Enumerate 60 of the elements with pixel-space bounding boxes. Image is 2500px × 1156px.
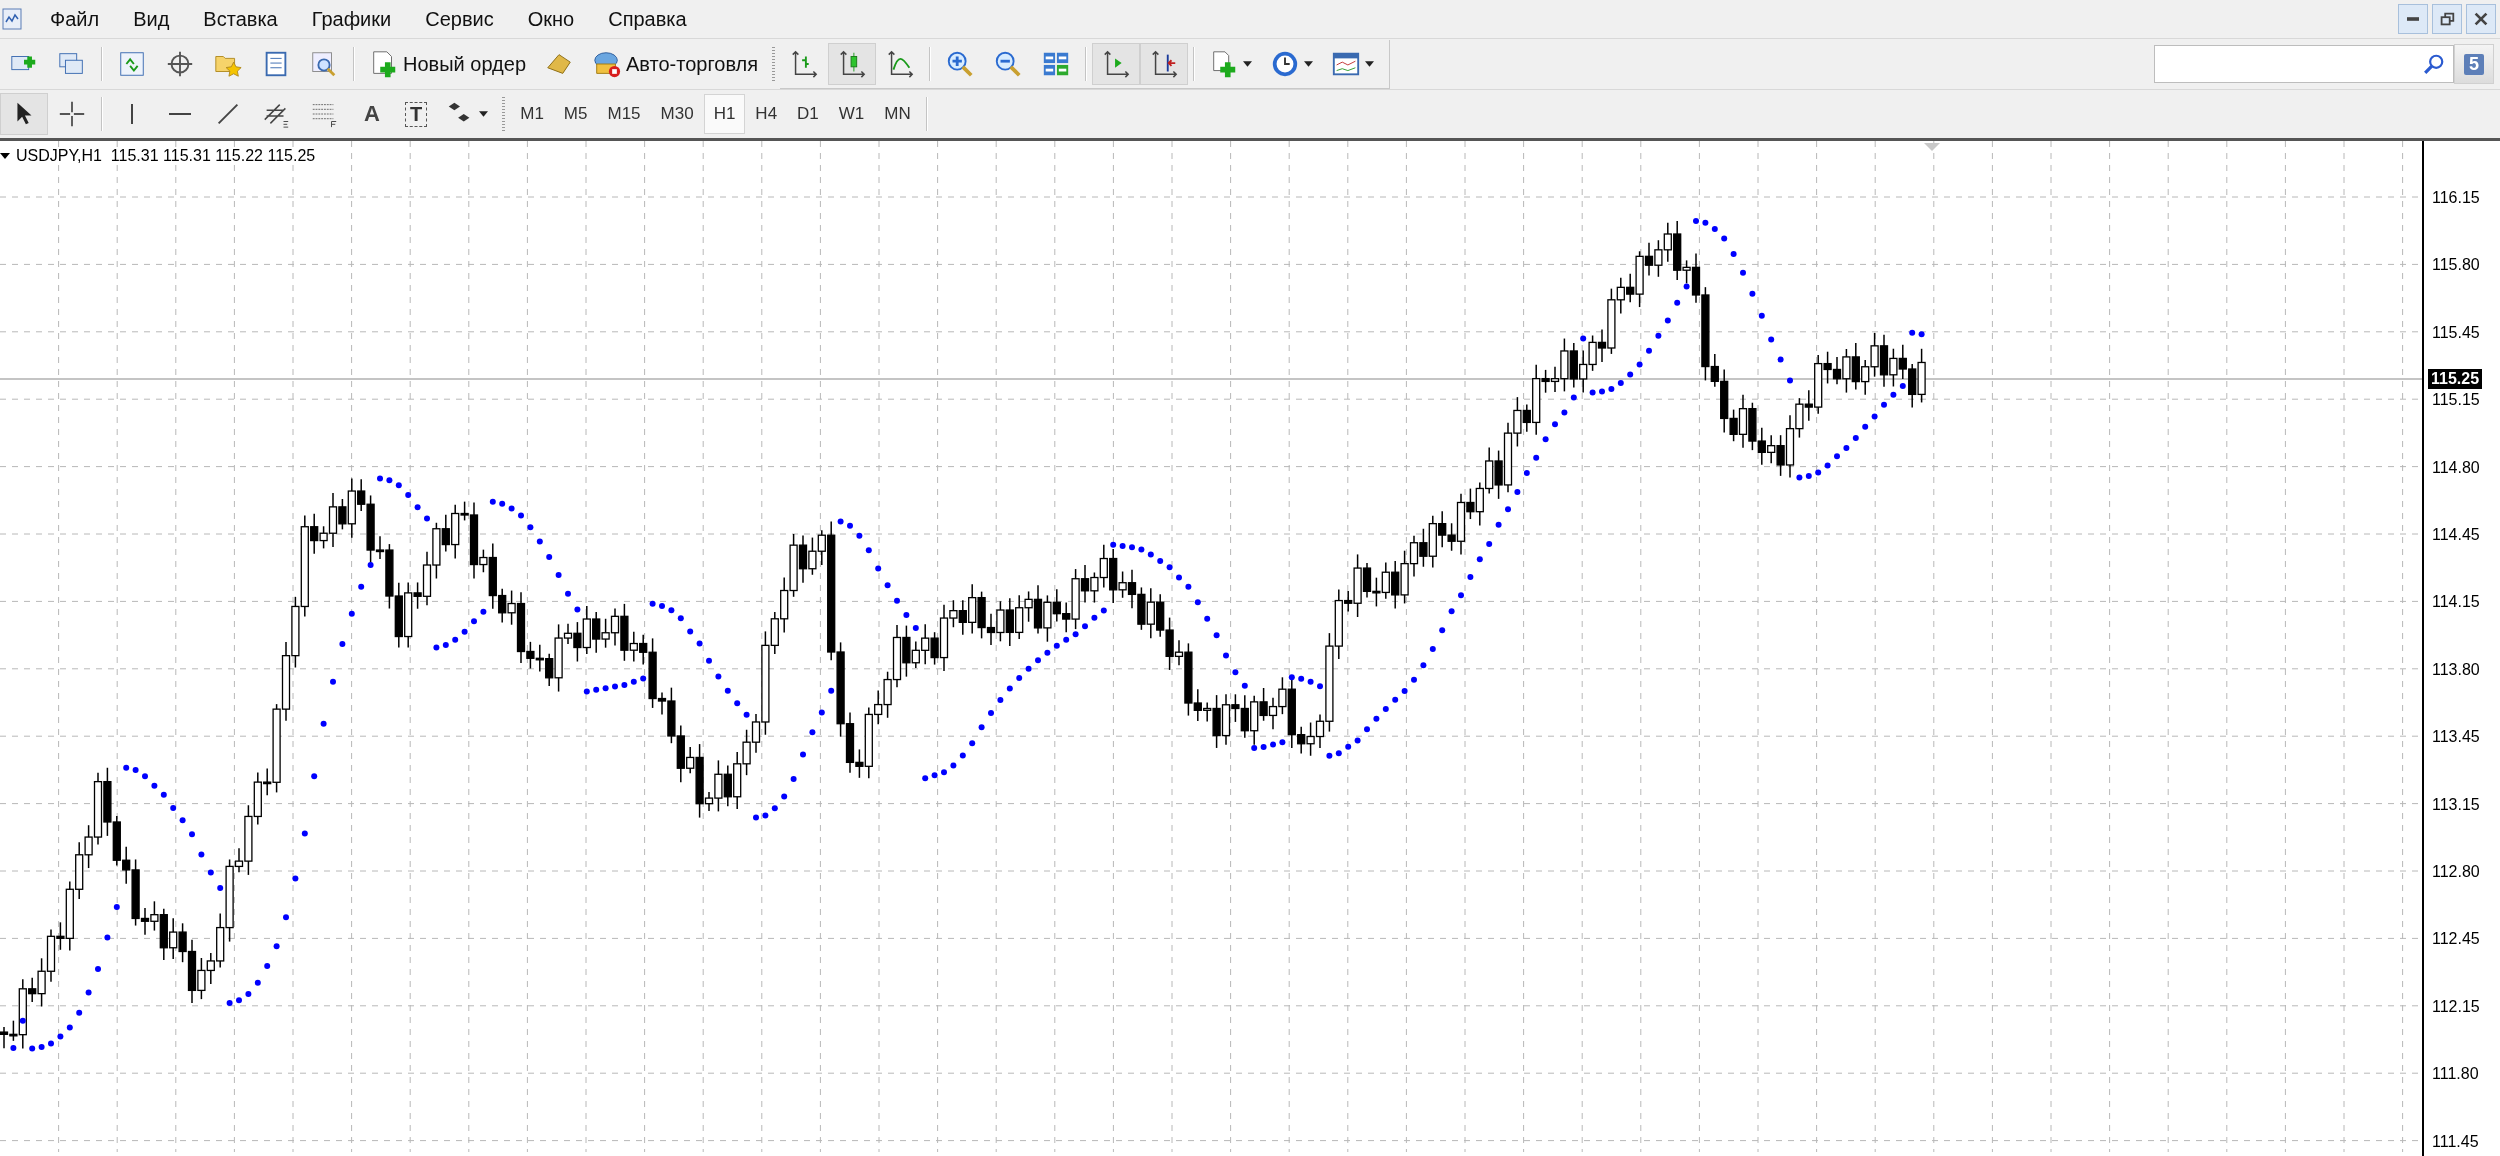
price-tick-label: 113.45: [2432, 728, 2480, 747]
close-button[interactable]: [2466, 4, 2496, 34]
price-tick-label: 112.45: [2432, 930, 2480, 949]
caret-icon: [1304, 60, 1314, 67]
dropdown-triangle-icon: [0, 153, 10, 159]
candles-button[interactable]: [828, 42, 877, 85]
autoscroll-button[interactable]: [1092, 42, 1141, 85]
chart-shift-marker-icon: [1924, 143, 1940, 151]
price-tick-label: 115.15: [2432, 391, 2480, 410]
shift-button[interactable]: [1140, 42, 1189, 85]
menu-item[interactable]: Графики: [297, 7, 412, 31]
timeframe-button[interactable]: M15: [597, 94, 651, 134]
price-tick-label: 116.15: [2432, 189, 2480, 207]
current-price-label: 115.25: [2428, 369, 2483, 389]
price-tick-label: 115.45: [2432, 323, 2480, 342]
messages-button[interactable]: 5: [2454, 44, 2494, 84]
menu-item[interactable]: Файл: [36, 7, 120, 31]
menu-item[interactable]: Вставка: [189, 7, 298, 31]
price-tick-label: 114.80: [2432, 458, 2480, 477]
menu-item[interactable]: Справка: [594, 7, 707, 31]
search-icon: [2423, 53, 2445, 75]
text-tool-button[interactable]: A: [348, 93, 396, 135]
close-icon: [2472, 10, 2490, 28]
caret-icon: [479, 111, 489, 117]
auto-trading-icon: [592, 49, 622, 79]
price-tick-label: 111.80: [2432, 1065, 2479, 1084]
search-field[interactable]: [2154, 45, 2454, 83]
new-order-button[interactable]: Новый ордер: [360, 43, 535, 85]
timeframe-button[interactable]: M30: [650, 94, 704, 134]
label-tool-button[interactable]: T: [396, 93, 437, 135]
restore-button[interactable]: [2432, 4, 2462, 34]
price-tick-label: 114.15: [2432, 593, 2480, 612]
price-tick-label: 115.80: [2432, 256, 2480, 275]
timeframe-button[interactable]: H4: [745, 94, 788, 134]
price-tick-label: 112.15: [2432, 997, 2480, 1016]
price-tick-label: 114.45: [2432, 526, 2480, 544]
timeframe-button[interactable]: D1: [787, 94, 829, 134]
timeframe-button[interactable]: M5: [553, 94, 598, 134]
auto-trading-button[interactable]: Авто-торговля: [583, 43, 768, 85]
caret-icon: [1243, 60, 1253, 67]
menu-item[interactable]: Вид: [119, 7, 190, 31]
timeframe-button[interactable]: H1: [703, 94, 746, 134]
chart-symbol-header: USDJPY,H1 115.31 115.31 115.22 115.25: [16, 147, 316, 165]
timeframe-button[interactable]: W1: [828, 94, 875, 134]
vline-icon: [131, 104, 133, 124]
timeframe-button[interactable]: M1: [510, 94, 554, 134]
price-tick-label: 111.45: [2432, 1132, 2479, 1151]
timeframe-button[interactable]: MN: [874, 94, 921, 134]
minimize-button[interactable]: [2398, 4, 2428, 34]
price-tick-label: 112.80: [2432, 863, 2480, 881]
hline-icon: [169, 113, 191, 115]
price-tick-label: 113.15: [2432, 795, 2480, 814]
crosshair-icon: [57, 99, 87, 129]
restore-icon: [2438, 10, 2456, 28]
menu-item[interactable]: Окно: [513, 7, 595, 31]
price-tick-label: 113.80: [2432, 660, 2480, 679]
menu-item[interactable]: Сервис: [411, 7, 514, 31]
cursor-tool-button[interactable]: [0, 93, 48, 135]
caret-icon: [1365, 60, 1375, 67]
minimize-icon: [2407, 17, 2419, 21]
